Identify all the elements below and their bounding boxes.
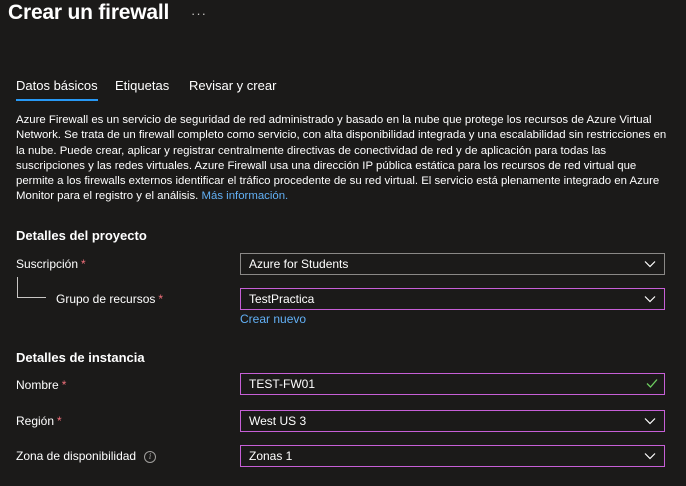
tab-basics[interactable]: Datos básicos (16, 78, 98, 101)
firewall-name-value: TEST-FW01 (249, 377, 316, 391)
firewall-name-input[interactable]: TEST-FW01 (240, 373, 665, 395)
chevron-down-icon (644, 261, 656, 268)
resource-group-label: Grupo de recursos * (56, 292, 164, 306)
availability-zone-label: Zona de disponibilidad i (16, 449, 157, 463)
description: Azure Firewall es un servicio de segurid… (16, 113, 676, 205)
subscription-dropdown[interactable]: Azure for Students (240, 253, 665, 275)
create-firewall-page: Crear un firewall ··· Datos básicos Etiq… (0, 0, 686, 486)
project-details-heading: Detalles del proyecto (16, 228, 147, 243)
subscription-value: Azure for Students (249, 257, 349, 271)
description-text: Azure Firewall es un servicio de segurid… (16, 114, 667, 203)
chevron-down-icon (644, 453, 656, 460)
required-marker: * (61, 378, 67, 392)
chevron-down-icon (644, 296, 656, 303)
region-value: West US 3 (249, 414, 307, 428)
page-title: Crear un firewall (8, 1, 170, 24)
subscription-label: Suscripción * (16, 257, 86, 271)
hierarchy-connector (17, 277, 46, 298)
learn-more-link[interactable]: Más información. (202, 190, 289, 202)
region-dropdown[interactable]: West US 3 (240, 410, 665, 432)
required-marker: * (57, 414, 62, 428)
chevron-down-icon (644, 418, 656, 425)
region-label: Región * (16, 414, 62, 428)
required-marker: * (81, 257, 86, 271)
checkmark-icon (646, 379, 658, 388)
tab-review-create[interactable]: Revisar y crear (189, 78, 276, 93)
resource-group-value: TestPractica (249, 292, 315, 306)
resource-group-dropdown[interactable]: TestPractica (240, 288, 665, 310)
required-marker: * (158, 292, 164, 306)
info-icon[interactable]: i (144, 451, 157, 463)
tab-tags[interactable]: Etiquetas (115, 78, 169, 93)
create-new-resource-group-link[interactable]: Crear nuevo (240, 312, 306, 326)
availability-zone-value: Zonas 1 (249, 449, 293, 463)
instance-details-heading: Detalles de instancia (16, 350, 145, 365)
availability-zone-dropdown[interactable]: Zonas 1 (240, 445, 665, 467)
name-label: Nombre * (16, 378, 67, 392)
more-icon[interactable]: ··· (191, 6, 207, 21)
